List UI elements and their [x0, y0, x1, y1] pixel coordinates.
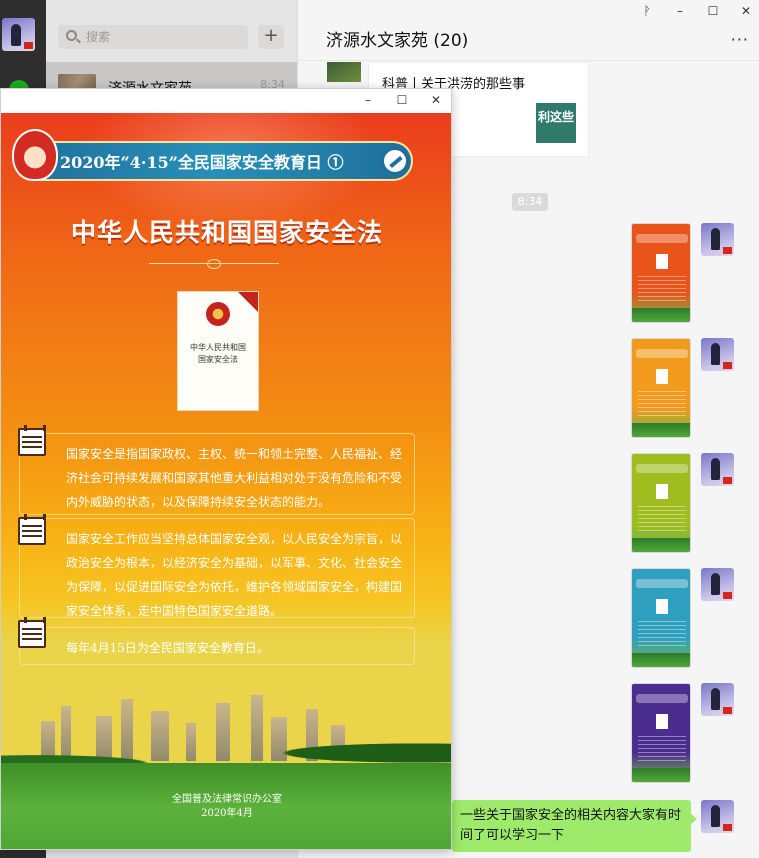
- book-title: 中华人民共和国 国家安全法: [190, 343, 246, 364]
- flag-icon: [723, 477, 732, 484]
- search-icon: [66, 30, 77, 41]
- poster-title: 中华人民共和国国家安全法: [70, 218, 383, 247]
- self-avatar[interactable]: [701, 453, 734, 486]
- poster-footer-date: 2020年4月: [201, 808, 253, 819]
- thumbnail-detail: [632, 653, 690, 667]
- flag-icon: [723, 824, 732, 831]
- maximize-button[interactable]: ☐: [703, 4, 723, 18]
- image-message-thumbnail[interactable]: [631, 338, 691, 438]
- time-divider: 8:34: [512, 193, 548, 211]
- thumbnail-detail: [636, 464, 688, 473]
- flag-icon: [723, 247, 732, 254]
- thumbnail-detail: [636, 234, 688, 243]
- paragraph-text: 国家安全工作应当坚持总体国家安全观，以人民安全为宗旨，以政治安全为根本，以经济安…: [66, 532, 403, 618]
- book-ribbon: [238, 292, 258, 312]
- avatar-figure: [711, 805, 720, 827]
- avatar-figure: [711, 458, 720, 480]
- self-avatar[interactable]: [701, 683, 734, 716]
- thumbnail-detail: [638, 506, 686, 532]
- thumbnail-detail: [656, 599, 668, 614]
- text-message-bubble[interactable]: 一些关于国家安全的相关内容大家有时间了可以学习一下: [452, 800, 697, 852]
- banner-text: 2020年“4·15”全民国家安全教育日 ①: [60, 153, 344, 172]
- self-avatar[interactable]: [701, 338, 734, 371]
- poster-image: 2020年“4·15”全民国家安全教育日 ① 中华人民共和国国家安全法 中华人民…: [1, 113, 451, 849]
- sender-avatar[interactable]: [327, 62, 361, 82]
- thumbnail-detail: [632, 768, 690, 782]
- thumbnail-detail: [636, 579, 688, 588]
- self-avatar[interactable]: [701, 800, 734, 833]
- link-card-thumb-text: 利这些: [538, 110, 575, 124]
- thumbnail-detail: [638, 736, 686, 762]
- ornament-divider: [149, 259, 279, 271]
- image-message-thumbnail[interactable]: [631, 223, 691, 323]
- viewer-close-button[interactable]: ✕: [426, 93, 446, 107]
- user-avatar[interactable]: [2, 18, 35, 51]
- thumbnail-detail: [656, 369, 668, 384]
- search-input[interactable]: [86, 28, 236, 46]
- self-avatar[interactable]: [701, 568, 734, 601]
- viewer-maximize-button[interactable]: ☐: [392, 93, 412, 107]
- poster-paragraph-1: 国家安全是指国家政权、主权、统一和领土完整、人民福祉、经济社会可持续发展和国家其…: [18, 425, 415, 515]
- thumbnail-detail: [638, 276, 686, 302]
- emblem-icon: [206, 302, 230, 326]
- thumbnail-detail: [636, 694, 688, 703]
- more-options-button[interactable]: ···: [731, 30, 749, 49]
- poster-paragraph-2: 国家安全工作应当坚持总体国家安全观，以人民安全为宗旨，以政治安全为根本，以经济安…: [18, 514, 415, 618]
- flag-icon: [723, 707, 732, 714]
- image-message-thumbnail[interactable]: [631, 453, 691, 553]
- header-divider: [298, 60, 759, 61]
- viewer-titlebar: – ☐ ✕: [1, 89, 451, 113]
- notebook-icon: [18, 514, 46, 545]
- viewer-minimize-button[interactable]: –: [358, 93, 378, 107]
- mascot-icon: [12, 129, 58, 181]
- thumbnail-detail: [632, 308, 690, 322]
- poster-footer-org: 全国普及法律常识办公室: [172, 794, 282, 805]
- notebook-icon: [18, 617, 46, 648]
- paragraph-text: 每年4月15日为全民国家安全教育日。: [66, 641, 269, 655]
- minimize-button[interactable]: –: [670, 4, 690, 18]
- flag-icon: [24, 42, 33, 49]
- pin-icon[interactable]: ᚹ: [637, 4, 657, 18]
- thumbnail-detail: [656, 254, 668, 269]
- image-message-thumbnail[interactable]: [631, 568, 691, 668]
- image-viewer-window: – ☐ ✕ 2020年“4·15”全民国家安全教育日 ① 中华人民共和国国家安全…: [0, 88, 452, 850]
- thumbnail-detail: [656, 714, 668, 729]
- search-box[interactable]: [58, 25, 248, 49]
- thumbnail-detail: [632, 423, 690, 437]
- avatar-figure: [711, 343, 720, 365]
- thumbnail-detail: [632, 538, 690, 552]
- avatar-figure: [711, 573, 720, 595]
- thumbnail-detail: [638, 621, 686, 647]
- chat-title: 济源水文家苑 (20): [326, 31, 469, 51]
- flag-icon: [723, 592, 732, 599]
- self-avatar[interactable]: [701, 223, 734, 256]
- close-button[interactable]: ✕: [736, 4, 756, 18]
- flag-icon: [723, 362, 732, 369]
- thumbnail-detail: [656, 484, 668, 499]
- image-message-thumbnail[interactable]: [631, 683, 691, 783]
- badge-icon: [381, 147, 409, 175]
- avatar-figure: [711, 688, 720, 710]
- add-button[interactable]: +: [258, 25, 284, 49]
- poster-banner: 2020年“4·15”全民国家安全教育日 ①: [12, 129, 413, 181]
- thumbnail-detail: [638, 391, 686, 417]
- law-book-cover: 中华人民共和国 国家安全法: [177, 291, 259, 411]
- link-card-thumbnail: 利这些: [536, 103, 576, 143]
- avatar-figure: [711, 228, 720, 250]
- wechat-window: + 济源水文家苑 8:34 ᚹ – ☐ ✕ 济源水文家苑 (20) ··· 科普…: [0, 0, 759, 858]
- notebook-icon: [18, 425, 46, 456]
- paragraph-text: 国家安全是指国家政权、主权、统一和领土完整、人民福祉、经济社会可持续发展和国家其…: [66, 447, 403, 509]
- avatar-figure: [11, 24, 21, 46]
- poster-paragraph-3: 每年4月15日为全民国家安全教育日。: [18, 617, 415, 665]
- thumbnail-detail: [636, 349, 688, 358]
